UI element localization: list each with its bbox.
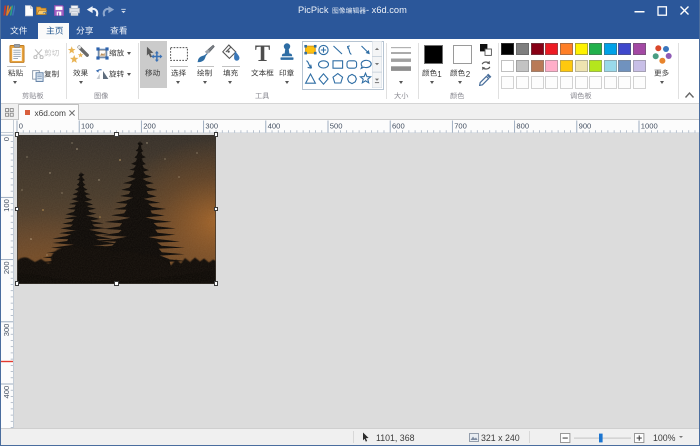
svg-text:300: 300 <box>2 324 11 337</box>
svg-text:400: 400 <box>2 386 11 399</box>
svg-text:100: 100 <box>81 121 94 130</box>
svg-text:100: 100 <box>2 199 11 212</box>
svg-text:700: 700 <box>454 121 467 130</box>
svg-text:900: 900 <box>579 121 592 130</box>
svg-text:500: 500 <box>330 121 343 130</box>
svg-text:200: 200 <box>2 261 11 274</box>
svg-text:0: 0 <box>19 121 23 130</box>
svg-text:1000: 1000 <box>641 121 658 130</box>
svg-text:800: 800 <box>516 121 529 130</box>
svg-text:600: 600 <box>392 121 405 130</box>
svg-text:200: 200 <box>143 121 156 130</box>
svg-text:300: 300 <box>205 121 218 130</box>
svg-text:0: 0 <box>2 137 11 141</box>
svg-text:400: 400 <box>268 121 281 130</box>
